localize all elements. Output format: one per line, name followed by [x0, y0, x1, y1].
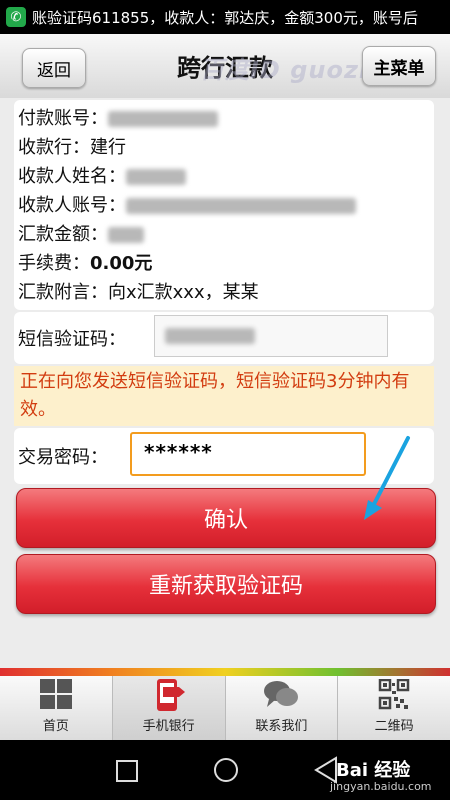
amount-row: 汇款金额：	[18, 220, 144, 246]
tab-mobile-bank[interactable]: 手机银行	[112, 676, 226, 740]
tab-contact[interactable]: 联系我们	[226, 676, 339, 740]
fee-value: 0.00元	[90, 253, 153, 274]
phone-icon: ✆	[6, 7, 26, 27]
remark-value: 向x汇款xxx，某某	[108, 282, 259, 303]
payer-account-row: 付款账号：	[18, 104, 218, 130]
sms-code-panel: 短信验证码：	[14, 312, 434, 364]
payee-account-value-masked	[126, 198, 356, 214]
decorative-color-strip	[0, 668, 450, 676]
password-label: 交易密码：	[18, 447, 108, 468]
transfer-info-panel: 付款账号： 收款行：建行 收款人姓名： 收款人账号： 汇款金额： 手续费：0.0…	[14, 100, 434, 310]
password-input[interactable]: ******	[130, 432, 366, 476]
status-bar: ✆ 账验证码611855，收款人：郭达庆，金额300元，账号后	[0, 0, 450, 34]
sms-code-label: 短信验证码：	[18, 329, 126, 350]
payer-account-value-masked	[108, 111, 218, 127]
recents-button[interactable]	[116, 760, 138, 782]
tab-home-label: 首页	[42, 719, 69, 734]
sms-notification-text: 账验证码611855，收款人：郭达庆，金额300元，账号后	[32, 8, 418, 27]
fee-row: 手续费：0.00元	[18, 249, 152, 275]
bank-label: 收款行：	[18, 137, 90, 158]
tab-mobile-bank-label: 手机银行	[142, 719, 195, 734]
remark-label: 汇款附言：	[18, 282, 108, 303]
payer-account-label: 付款账号：	[18, 108, 108, 129]
payee-account-label: 收款人账号：	[18, 195, 126, 216]
baidu-jingyan-url: jingyan.baidu.com	[330, 780, 432, 793]
sms-code-input[interactable]	[154, 315, 388, 357]
chat-icon	[264, 681, 299, 707]
password-panel: 交易密码： ******	[14, 428, 434, 484]
mobile-bank-icon	[156, 679, 185, 711]
tab-contact-label: 联系我们	[255, 719, 308, 734]
tab-home[interactable]: 首页	[0, 676, 113, 740]
tab-qrcode-label: 二维码	[374, 719, 414, 734]
payee-name-label: 收款人姓名：	[18, 166, 126, 187]
home-button[interactable]	[214, 758, 238, 782]
main-menu-button[interactable]: 主菜单	[362, 46, 436, 86]
bank-value: 建行	[90, 137, 126, 158]
bank-row: 收款行：建行	[18, 133, 126, 159]
qrcode-icon	[378, 679, 410, 710]
bottom-tabbar: 首页 手机银行 联系我们 二维码	[0, 676, 450, 740]
resend-code-button[interactable]: 重新获取验证码	[16, 554, 436, 614]
amount-label: 汇款金额：	[18, 224, 108, 245]
remark-row: 汇款附言：向x汇款xxx，某某	[18, 278, 259, 304]
payee-account-row: 收款人账号：	[18, 191, 356, 217]
baidu-jingyan-logo: Bai 经验	[336, 760, 411, 781]
payee-name-value-masked	[126, 169, 186, 185]
confirm-button[interactable]: 确认	[16, 488, 436, 548]
tab-qrcode[interactable]: 二维码	[338, 676, 450, 740]
amount-value-masked	[108, 227, 144, 243]
sms-code-value-masked	[165, 328, 255, 344]
payee-name-row: 收款人姓名：	[18, 162, 186, 188]
fee-label: 手续费：	[18, 253, 90, 274]
sms-notice: 正在向您发送短信验证码，短信验证码3分钟内有效。	[14, 366, 434, 426]
header: 返回 跨行汇款 百度ID guozi 主菜单	[0, 34, 450, 99]
grid-icon	[39, 679, 72, 709]
